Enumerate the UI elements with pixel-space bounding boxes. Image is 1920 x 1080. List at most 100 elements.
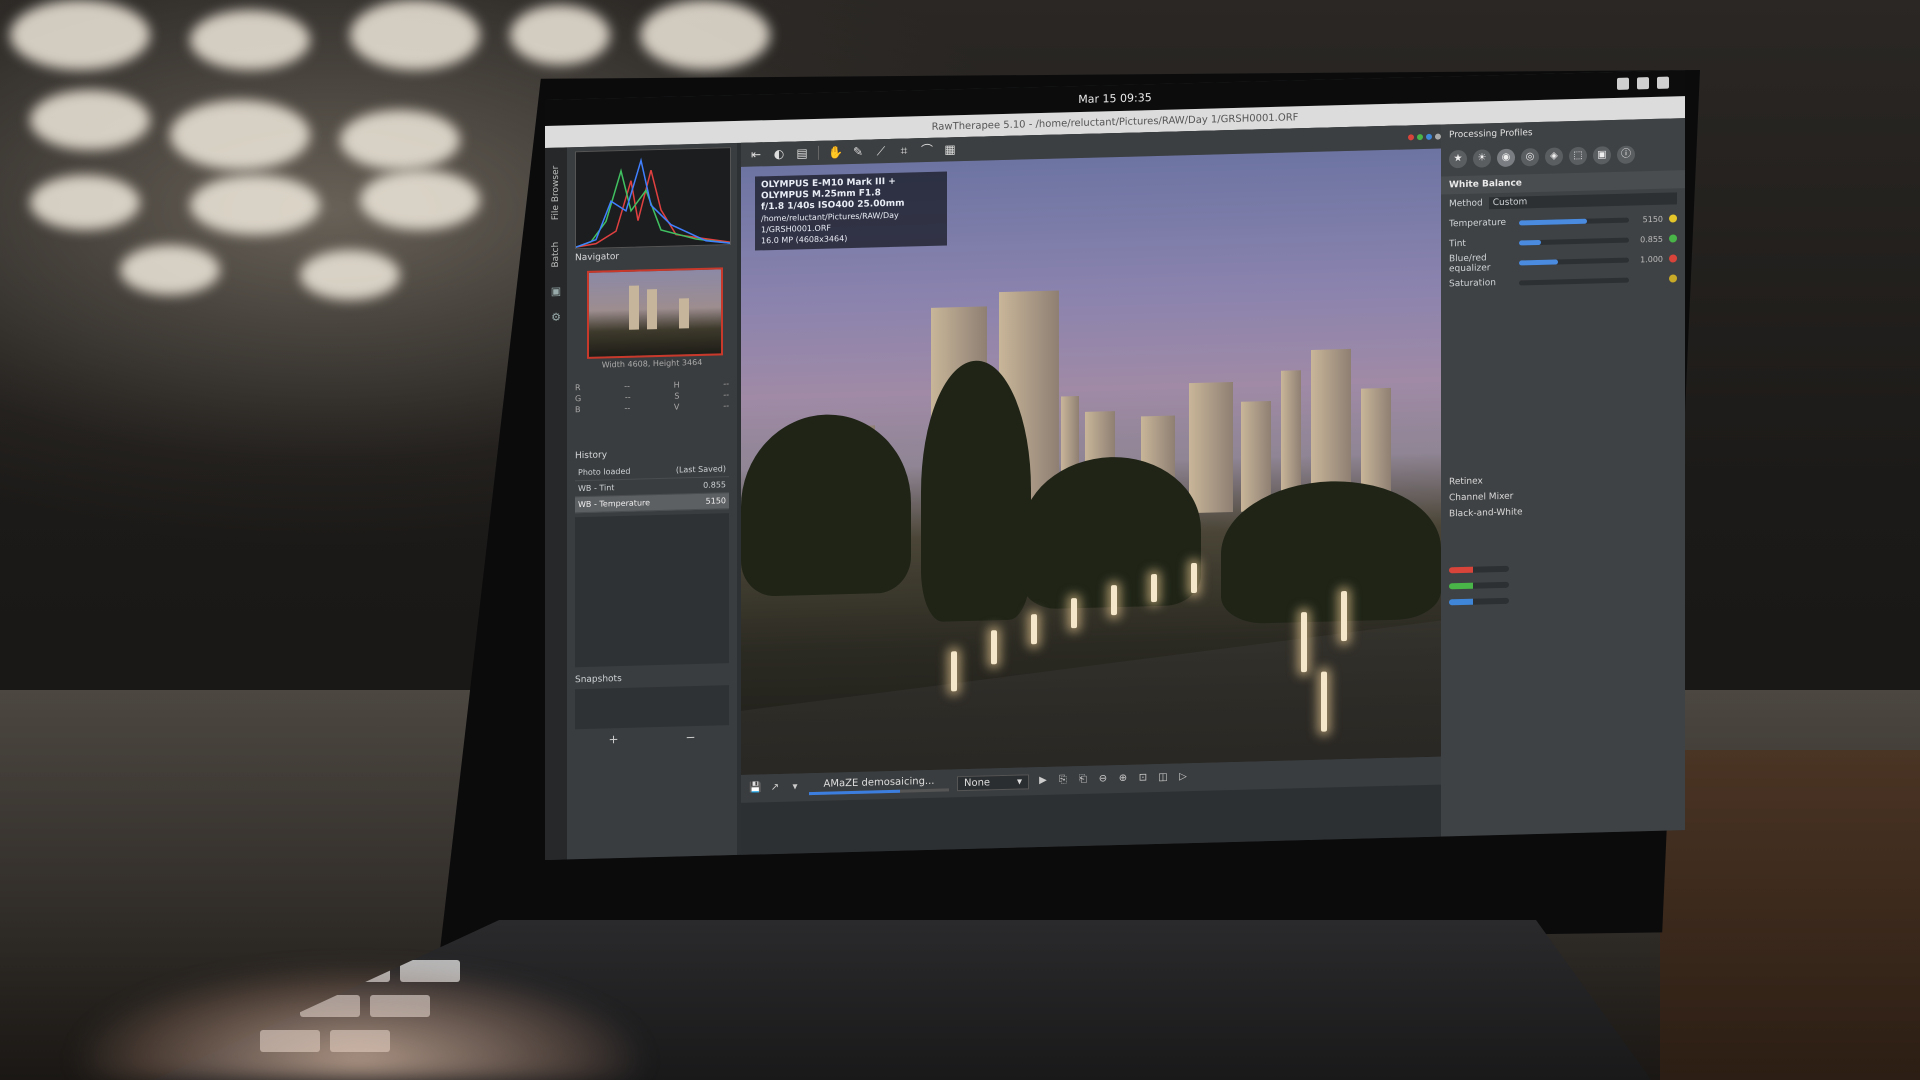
history-item-selected[interactable]: WB - Temperature 5150 <box>575 493 729 514</box>
tab-detail[interactable]: ◎ <box>1521 147 1539 167</box>
tab-exposure[interactable]: ☀ <box>1473 149 1491 168</box>
copy-icon[interactable]: ⎘ <box>1057 774 1069 786</box>
slider-fill <box>1519 218 1588 225</box>
editor-icon[interactable]: ▣ <box>550 285 562 298</box>
history-icon[interactable]: ▤ <box>795 146 809 160</box>
bokeh-light <box>350 0 480 70</box>
readout-label: S <box>674 391 680 401</box>
before-after-icon[interactable]: ◐ <box>772 147 786 161</box>
panel-spacer <box>1441 516 1685 562</box>
slider-value[interactable] <box>1635 279 1663 280</box>
bokeh-light <box>190 10 310 70</box>
power-icon[interactable] <box>1657 76 1669 89</box>
pixel-readout: R -- H -- G -- S -- B -- V -- <box>575 379 729 416</box>
navigator-info: Width 4608, Height 3464 <box>601 357 703 370</box>
bokeh-light <box>360 170 480 230</box>
zoom-out-icon[interactable]: ⊖ <box>1097 773 1109 785</box>
picker-icon[interactable]: ✎ <box>851 145 865 159</box>
grid-icon[interactable]: ▦ <box>943 142 957 156</box>
system-tray[interactable] <box>1617 76 1669 90</box>
left-panel: Navigator Width 4608, Height 3464 R -- H… <box>567 142 737 860</box>
zoom-fit-icon[interactable]: ⊡ <box>1137 772 1149 784</box>
reset-dot[interactable] <box>1669 274 1677 283</box>
slider-value[interactable]: 0.855 <box>1635 234 1663 244</box>
history-item-value: 0.855 <box>703 480 726 490</box>
red-bar[interactable] <box>1449 565 1509 574</box>
bokeh-light <box>10 0 150 70</box>
slider-label: Saturation <box>1449 278 1496 290</box>
gear-icon[interactable]: ⚙ <box>550 311 562 324</box>
spot-icon[interactable]: ⌒ <box>920 143 934 157</box>
tab-advanced[interactable]: ◈ <box>1545 147 1563 166</box>
crop-icon[interactable]: ⌗ <box>897 143 911 158</box>
profile-select[interactable]: None ▾ <box>957 773 1029 791</box>
swatch-blue[interactable] <box>1426 133 1432 140</box>
bokeh-light <box>170 100 310 170</box>
paste-icon[interactable]: ⎗ <box>1077 774 1089 786</box>
street-lamp <box>1321 671 1327 732</box>
blue-bar[interactable] <box>1449 597 1509 606</box>
navigator-title: Navigator <box>575 252 620 264</box>
swatch-green[interactable] <box>1417 134 1423 141</box>
slider-value[interactable]: 1.000 <box>1635 254 1663 264</box>
editor-area: ⇤ ◐ ▤ ✋ ✎ ⟋ ⌗ ⌒ ▦ OLYMPUS E-M10 Mark III… <box>741 124 1449 855</box>
building <box>1189 381 1233 514</box>
save-icon[interactable]: 💾 <box>749 782 761 794</box>
tab-batch-queue[interactable]: Batch <box>551 238 561 272</box>
readout-value: -- <box>624 381 630 391</box>
readout-value: -- <box>624 403 631 413</box>
temperature-slider[interactable] <box>1519 217 1629 225</box>
street-lamp <box>1031 614 1037 645</box>
bokeh-light <box>120 245 220 295</box>
navigator-thumbnail[interactable] <box>587 267 723 359</box>
history-title: History <box>575 450 608 462</box>
saturation-slider[interactable] <box>1519 277 1629 285</box>
bokeh-light <box>640 0 770 70</box>
wooden-table <box>1660 750 1920 1080</box>
swatch-red[interactable] <box>1408 134 1414 141</box>
external-editor-icon[interactable]: ↗ <box>769 782 781 794</box>
history-item-label: WB - Temperature <box>578 498 651 510</box>
zoom-in-icon[interactable]: ⊕ <box>1117 773 1129 785</box>
readout-label: R <box>575 383 581 393</box>
channel-swatches[interactable] <box>1408 133 1441 141</box>
hide-panel-icon[interactable]: ⇤ <box>749 147 763 161</box>
hand-tool-icon[interactable]: ✋ <box>828 145 843 159</box>
green-bar[interactable] <box>1449 581 1509 590</box>
straighten-icon[interactable]: ⟋ <box>874 144 888 158</box>
play-icon[interactable]: ▶ <box>1037 775 1049 787</box>
reset-dot[interactable] <box>1669 234 1677 243</box>
histogram <box>575 147 731 250</box>
equalizer-slider[interactable] <box>1519 257 1629 265</box>
tab-file-browser[interactable]: File Browser <box>551 162 561 225</box>
history-empty-area <box>575 513 729 668</box>
readout-value: -- <box>723 390 729 400</box>
tab-transform[interactable]: ⬚ <box>1569 146 1587 166</box>
zoom-100-icon[interactable]: ◫ <box>1157 772 1169 784</box>
snapshots-title: Snapshots <box>575 673 622 686</box>
next-image-icon[interactable]: ▷ <box>1177 771 1189 783</box>
slider-value[interactable]: 5150 <box>1635 214 1663 224</box>
add-snapshot-button[interactable]: + <box>608 732 618 746</box>
history-item-label: WB - Tint <box>578 483 615 494</box>
network-icon[interactable] <box>1617 77 1629 90</box>
system-clock[interactable]: Mar 15 09:35 <box>1078 91 1151 106</box>
reset-dot[interactable] <box>1669 254 1677 263</box>
wb-method-select[interactable]: Custom <box>1488 192 1677 210</box>
tint-slider[interactable] <box>1519 237 1629 245</box>
tab-metadata[interactable]: ⓘ <box>1617 145 1635 164</box>
bokeh-light <box>300 250 400 300</box>
bokeh-light <box>510 5 610 65</box>
readout-value: -- <box>723 401 729 411</box>
remove-snapshot-button[interactable]: − <box>685 730 695 744</box>
street-lamp <box>1341 590 1347 642</box>
history-item-label: Photo loaded <box>578 466 631 478</box>
tab-raw[interactable]: ▣ <box>1593 146 1611 165</box>
chevron-down-icon[interactable]: ▾ <box>789 781 801 793</box>
reset-dot[interactable] <box>1669 214 1677 223</box>
tab-color[interactable]: ◉ <box>1497 148 1515 168</box>
snapshots-list[interactable] <box>575 685 729 730</box>
volume-icon[interactable] <box>1637 77 1649 90</box>
preview-image[interactable]: OLYMPUS E-M10 Mark III + OLYMPUS M.25mm … <box>741 148 1441 775</box>
tab-favorites[interactable]: ★ <box>1449 149 1467 169</box>
